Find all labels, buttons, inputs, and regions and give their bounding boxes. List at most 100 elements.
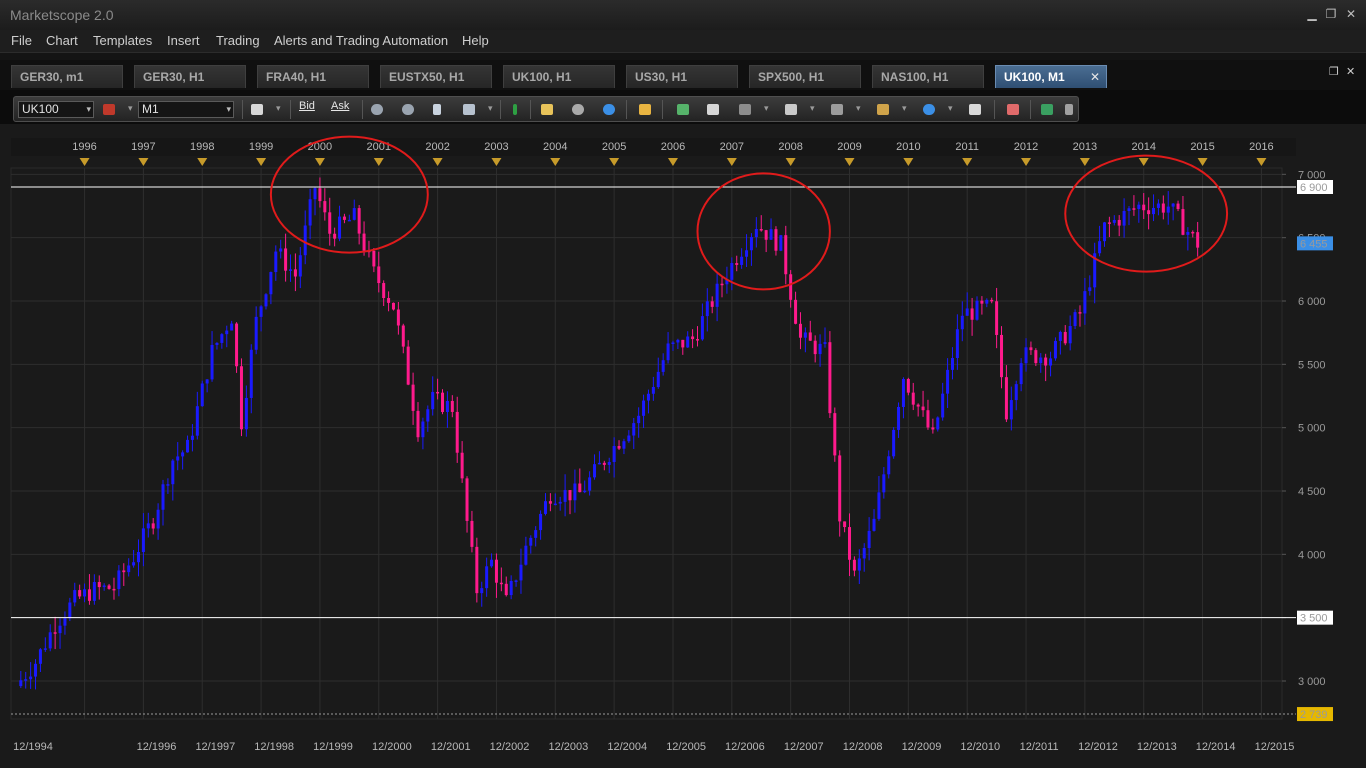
tab-us30-h1[interactable]: US30, H1 — [626, 65, 738, 88]
top-year-label: 2007 — [720, 141, 744, 153]
tab-uk100-m1[interactable]: UK100, M1 ✕ — [995, 65, 1107, 88]
menu-alerts[interactable]: Alerts and Trading Automation — [274, 33, 448, 48]
candle-body — [593, 464, 597, 478]
menu-chart[interactable]: Chart — [46, 33, 78, 48]
chevron-down-icon[interactable]: ▾ — [488, 103, 493, 114]
menu-trading[interactable]: Trading — [216, 33, 260, 48]
toolbar-divider — [662, 100, 663, 119]
candle-body — [568, 490, 572, 501]
menu-file[interactable]: File — [11, 33, 32, 48]
bottom-date-label: 12/2003 — [549, 741, 589, 753]
chevron-down-icon[interactable]: ▾ — [902, 103, 907, 114]
candle-body — [254, 316, 258, 350]
fibonacci-icon[interactable] — [736, 101, 754, 118]
candle-body — [431, 391, 435, 410]
menu-templates[interactable]: Templates — [93, 33, 152, 48]
candle-body — [637, 415, 641, 424]
window-icon[interactable] — [704, 101, 722, 118]
candle-body — [416, 410, 420, 438]
bottom-date-label: 12/2002 — [490, 741, 530, 753]
cursor-icon[interactable] — [430, 101, 448, 118]
top-year-label: 2014 — [1131, 141, 1155, 153]
candle-body — [127, 565, 131, 573]
chart-close-icon[interactable]: ✕ — [1346, 65, 1355, 78]
tab-uk100-h1[interactable]: UK100, H1 — [503, 65, 615, 88]
chevron-down-icon[interactable]: ▾ — [948, 103, 953, 114]
menu-help[interactable]: Help — [462, 33, 489, 48]
candle-body — [284, 248, 288, 271]
bid-button[interactable]: Bid — [299, 100, 315, 112]
candle-body — [955, 329, 959, 358]
ask-button[interactable]: Ask — [331, 100, 349, 112]
candle-body — [794, 299, 798, 324]
note-icon[interactable] — [538, 101, 556, 118]
candle-body — [740, 256, 744, 265]
candle-body — [705, 301, 709, 317]
top-year-label: 1998 — [190, 141, 214, 153]
candle-body — [627, 435, 631, 442]
candle-body — [485, 566, 489, 589]
tab-close-icon[interactable]: ✕ — [1090, 66, 1100, 88]
candle-body — [573, 483, 577, 501]
year-marker — [432, 158, 443, 166]
line-icon[interactable] — [874, 101, 892, 118]
tab-nas100-h1[interactable]: NAS100, H1 — [872, 65, 984, 88]
candle-body — [1161, 203, 1165, 213]
tab-ger30-h1[interactable]: GER30, H1 — [134, 65, 246, 88]
minimize-icon[interactable]: ▁ — [1305, 8, 1319, 20]
candle-body — [926, 410, 930, 428]
tab-ger30-m1[interactable]: GER30, m1 — [11, 65, 123, 88]
candle-body — [666, 343, 670, 361]
chevron-down-icon[interactable]: ▾ — [276, 103, 281, 114]
instrument-select[interactable]: UK100 ▾ — [18, 101, 94, 118]
chevron-down-icon[interactable]: ▾ — [128, 103, 133, 114]
year-marker — [138, 158, 149, 166]
candle-body — [151, 523, 155, 529]
tree-icon[interactable] — [1038, 101, 1056, 118]
tab-eustx50-h1[interactable]: EUSTX50, H1 — [380, 65, 492, 88]
tab-fra40-h1[interactable]: FRA40, H1 — [257, 65, 369, 88]
bottom-date-label: 12/1999 — [313, 741, 353, 753]
globe-icon[interactable] — [600, 101, 618, 118]
chevron-down-icon[interactable]: ▾ — [810, 103, 815, 114]
close-icon[interactable]: ✕ — [1344, 8, 1358, 20]
bottom-date-label: 12/2007 — [784, 741, 824, 753]
tab-label: GER30, m1 — [20, 70, 84, 84]
chart-restore-icon[interactable]: ❐ — [1329, 65, 1339, 78]
menu-icon[interactable] — [1062, 101, 1080, 118]
person-icon[interactable] — [368, 101, 386, 118]
candle-body — [828, 342, 832, 414]
price-chart[interactable]: 3 0003 5004 0004 5005 0005 5006 0006 500… — [0, 124, 1366, 768]
text-icon[interactable] — [966, 101, 984, 118]
link-icon[interactable] — [100, 101, 118, 118]
crosshair-icon[interactable] — [506, 101, 524, 118]
channel-icon[interactable] — [782, 101, 800, 118]
image-icon[interactable] — [674, 101, 692, 118]
person2-icon[interactable] — [399, 101, 417, 118]
chevron-down-icon[interactable]: ▾ — [764, 103, 769, 114]
chart-type-icon[interactable] — [248, 101, 266, 118]
eye-icon[interactable] — [569, 101, 587, 118]
candle-body — [68, 602, 72, 619]
chart-area[interactable]: 3 0003 5004 0004 5005 0005 5006 0006 500… — [0, 124, 1366, 768]
ellipse-icon[interactable] — [920, 101, 938, 118]
restore-icon[interactable]: ❐ — [1324, 8, 1338, 20]
tab-spx500-h1[interactable]: SPX500, H1 — [749, 65, 861, 88]
candle-body — [1176, 203, 1180, 210]
candle-body — [754, 229, 758, 238]
eraser-icon[interactable] — [1004, 101, 1022, 118]
year-marker — [550, 158, 561, 166]
trendline-icon[interactable] — [828, 101, 846, 118]
ruler-icon[interactable] — [636, 101, 654, 118]
candle-body — [436, 391, 440, 394]
chevron-down-icon[interactable]: ▾ — [856, 103, 861, 114]
menu-insert[interactable]: Insert — [167, 33, 200, 48]
zoom-icon[interactable] — [460, 101, 478, 118]
candle-body — [107, 585, 111, 589]
candle-body — [1068, 325, 1072, 344]
timeframe-select[interactable]: M1 ▾ — [138, 101, 234, 118]
toolbar-divider — [242, 100, 243, 119]
candle-body — [965, 308, 969, 316]
candle-body — [387, 298, 391, 303]
top-year-label: 2011 — [955, 141, 979, 153]
